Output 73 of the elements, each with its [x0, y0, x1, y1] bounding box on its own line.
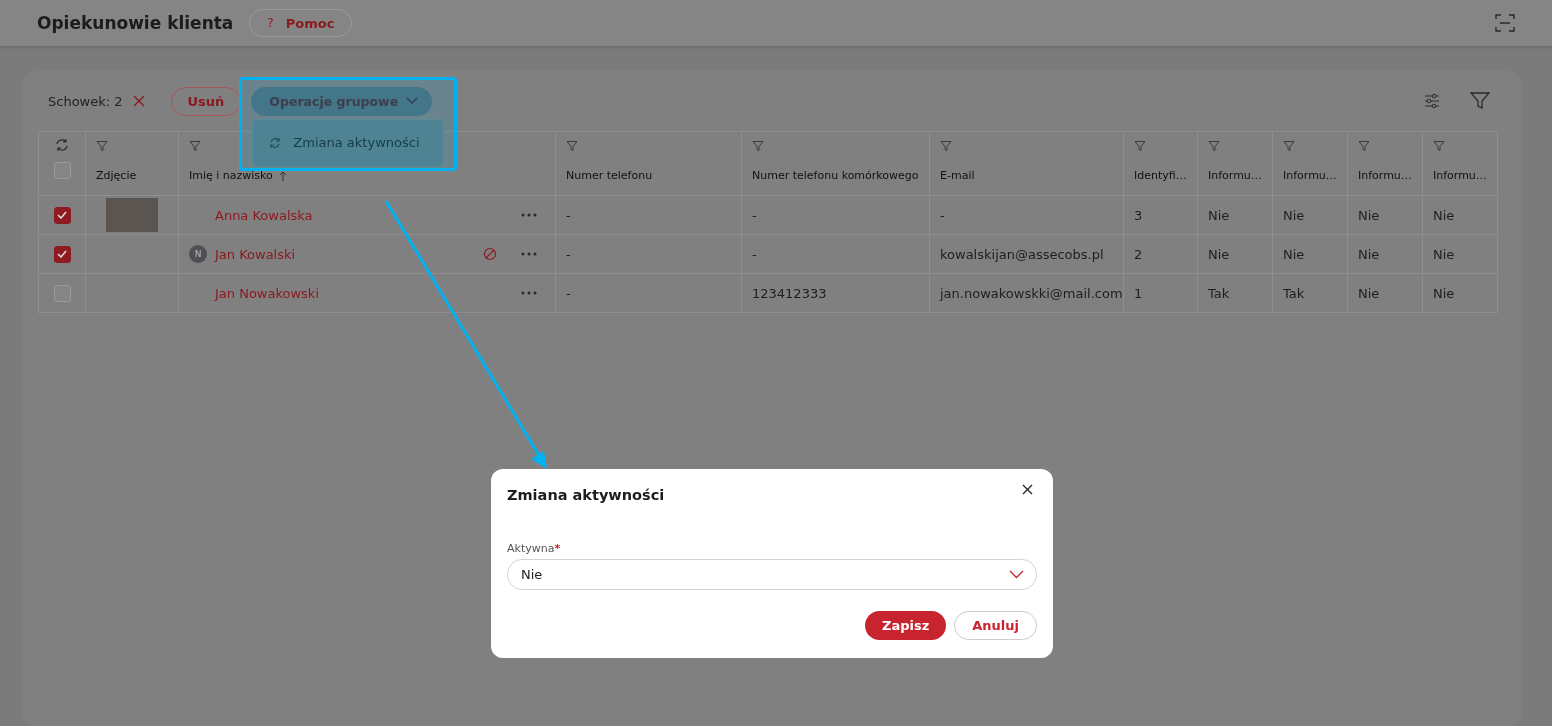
filter-icon[interactable] [96, 140, 108, 152]
table-cell: Nie [1208, 207, 1230, 223]
column-header[interactable]: Informu… [1433, 169, 1487, 182]
table-cell: Tak [1208, 285, 1230, 301]
table-cell: - [566, 207, 571, 223]
column-header[interactable]: Informu… [1208, 169, 1262, 182]
table-cell: 123412333 [752, 285, 827, 301]
table-cell: - [940, 207, 945, 223]
row-checkbox[interactable] [53, 245, 71, 263]
avatar: N [189, 245, 207, 263]
column-header[interactable]: Informu… [1283, 169, 1337, 182]
refresh-icon[interactable] [55, 138, 69, 152]
filter-icon[interactable] [752, 140, 764, 152]
table-cell: Nie [1433, 285, 1455, 301]
more-options-icon[interactable] [521, 291, 537, 295]
column-header[interactable]: Informu… [1358, 169, 1412, 182]
filter-icon[interactable] [1470, 92, 1490, 110]
table-cell: - [752, 207, 757, 223]
caret-icon [406, 97, 419, 105]
filter-icon[interactable] [1358, 140, 1370, 152]
table-cell: Tak [1283, 285, 1305, 301]
menu-item[interactable]: Zmiana aktywności [253, 119, 444, 166]
clipboard-count: Schowek: 2 [48, 93, 123, 109]
row-checkbox[interactable] [53, 284, 71, 302]
table-cell: Nie [1433, 207, 1455, 223]
column-header[interactable]: Numer telefonu komórkowego [752, 169, 919, 182]
close-button[interactable] [1022, 484, 1033, 495]
table-cell: Nie [1208, 246, 1230, 262]
table-cell: Nie [1358, 246, 1380, 262]
column-header[interactable]: E-mail [940, 169, 975, 182]
table-cell: Nie [1358, 285, 1380, 301]
help-button[interactable]: ? Pomoc [249, 9, 353, 37]
fullscreen-icon[interactable] [1495, 14, 1515, 32]
table-cell: - [566, 285, 571, 301]
table-cell: - [566, 246, 571, 262]
table-cell: Nie [1433, 246, 1455, 262]
filter-icon[interactable] [566, 140, 578, 152]
table-cell: Nie [1283, 207, 1305, 223]
more-options-icon[interactable] [521, 213, 537, 217]
table-cell: - [752, 246, 757, 262]
row-checkbox[interactable] [53, 206, 71, 224]
table-cell: Nie [1283, 246, 1305, 262]
check-icon [57, 250, 67, 258]
filter-icon[interactable] [1134, 140, 1146, 152]
dialog-title: Zmiana aktywności [507, 487, 665, 503]
table-cell: kowalskijan@assecobs.pl [940, 246, 1104, 262]
filter-icon[interactable] [1208, 140, 1220, 152]
filter-icon[interactable] [1433, 140, 1445, 152]
close-icon [1022, 484, 1033, 495]
close-icon[interactable] [132, 95, 145, 107]
filter-icon[interactable] [1283, 140, 1295, 152]
caret-icon [1009, 570, 1024, 579]
select-field[interactable]: Nie [507, 559, 1037, 590]
page-title: Opiekunowie klienta [37, 13, 234, 33]
column-header[interactable]: Zdjęcie [96, 169, 137, 182]
save-button[interactable]: Zapisz [865, 611, 947, 640]
field-label: Aktywna* [507, 542, 561, 555]
settings-icon[interactable] [1424, 93, 1440, 109]
column-header[interactable]: Numer telefonu [566, 169, 653, 182]
more-options-icon[interactable] [521, 252, 537, 256]
table-cell: 1 [1134, 285, 1143, 301]
filter-icon[interactable] [189, 140, 201, 152]
table-cell: jan.nowakowskki@mail.com [940, 285, 1123, 301]
cancel-button[interactable]: Anuluj [954, 611, 1037, 640]
table-cell: Nie [1358, 207, 1380, 223]
filter-icon[interactable] [940, 140, 952, 152]
column-header[interactable]: Identyfi… [1134, 169, 1187, 182]
table-cell: 3 [1134, 207, 1143, 223]
check-icon [57, 211, 67, 219]
select-all-checkbox[interactable] [53, 162, 71, 179]
column-header[interactable]: Imię i nazwisko [189, 169, 273, 182]
table-cell: 2 [1134, 246, 1143, 262]
refresh-icon [269, 136, 282, 149]
